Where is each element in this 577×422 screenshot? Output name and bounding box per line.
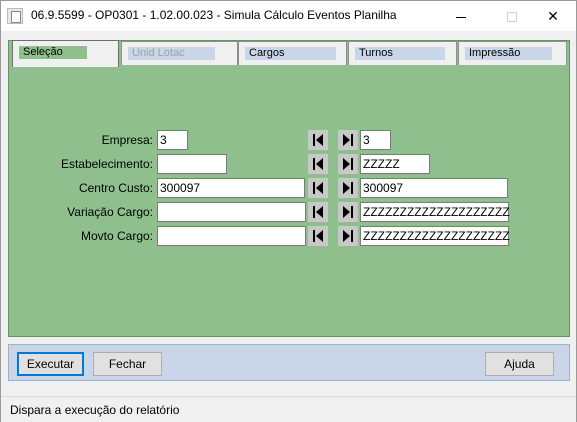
movto-cargo-last-button[interactable] xyxy=(338,226,358,246)
estabelecimento-from-input[interactable] xyxy=(157,154,227,174)
last-record-icon xyxy=(343,182,353,194)
empresa-label: Empresa: xyxy=(101,133,153,147)
help-button[interactable]: Ajuda xyxy=(485,352,554,376)
tab-label: Turnos xyxy=(355,47,445,60)
app-window: 06.9.5599 - OP0301 - 1.02.00.023 - Simul… xyxy=(0,0,577,422)
close-window-button[interactable]: ✕ xyxy=(530,1,576,31)
last-record-icon xyxy=(343,230,353,242)
tab-selecao[interactable]: Seleção xyxy=(12,40,119,67)
empresa-last-button[interactable] xyxy=(338,130,358,150)
close-icon: ✕ xyxy=(547,8,559,24)
centro-custo-to-input[interactable]: 300097 xyxy=(360,178,508,198)
tab-strip: Seleção Unid Lotac Cargos Turnos Impress… xyxy=(10,40,570,67)
movto-cargo-to-input[interactable]: ZZZZZZZZZZZZZZZZZZZZ xyxy=(360,226,510,246)
centro-custo-label: Centro Custo: xyxy=(78,181,153,195)
variacao-cargo-from-input[interactable] xyxy=(157,202,306,222)
tab-label: Cargos xyxy=(245,47,337,60)
close-button[interactable]: Fechar xyxy=(93,352,162,376)
empresa-from-input[interactable]: 3 xyxy=(157,130,188,150)
last-record-icon xyxy=(343,158,353,170)
estabelecimento-label: Estabelecimento: xyxy=(60,157,153,171)
minimize-icon xyxy=(456,16,466,18)
centro-custo-from-input[interactable]: 300097 xyxy=(157,178,305,198)
minimize-button[interactable] xyxy=(438,1,484,31)
window-title: 06.9.5599 - OP0301 - 1.02.00.023 - Simul… xyxy=(31,8,397,22)
execute-button[interactable]: Executar xyxy=(17,352,84,376)
first-record-icon xyxy=(313,158,323,170)
variacao-cargo-last-button[interactable] xyxy=(338,202,358,222)
title-bar[interactable]: 06.9.5599 - OP0301 - 1.02.00.023 - Simul… xyxy=(1,1,576,31)
estabelecimento-to-input[interactable]: ZZZZZ xyxy=(360,154,430,174)
last-record-icon xyxy=(343,134,353,146)
tab-label: Unid Lotac xyxy=(128,47,215,60)
status-bar: Dispara a execução do relatório xyxy=(1,396,576,422)
estabelecimento-last-button[interactable] xyxy=(338,154,358,174)
app-icon xyxy=(7,8,23,24)
tab-label: Impressão xyxy=(465,47,553,60)
maximize-button[interactable] xyxy=(489,1,535,31)
last-record-icon xyxy=(343,206,353,218)
movto-cargo-label: Movto Cargo: xyxy=(80,229,153,243)
variacao-cargo-first-button[interactable] xyxy=(308,202,328,222)
movto-cargo-first-button[interactable] xyxy=(308,226,328,246)
first-record-icon xyxy=(313,182,323,194)
first-record-icon xyxy=(313,230,323,242)
first-record-icon xyxy=(313,134,323,146)
tab-cargos[interactable]: Cargos xyxy=(238,41,347,65)
maximize-icon xyxy=(507,12,517,23)
variacao-cargo-to-input[interactable]: ZZZZZZZZZZZZZZZZZZZZ xyxy=(360,202,510,222)
tab-impressao[interactable]: Impressão xyxy=(458,41,567,65)
estabelecimento-first-button[interactable] xyxy=(308,154,328,174)
first-record-icon xyxy=(313,206,323,218)
empresa-first-button[interactable] xyxy=(308,130,328,150)
variacao-cargo-label: Variação Cargo: xyxy=(67,205,153,219)
centro-custo-first-button[interactable] xyxy=(308,178,328,198)
empresa-to-input[interactable]: 3 xyxy=(360,130,391,150)
tab-label: Seleção xyxy=(19,46,87,59)
centro-custo-last-button[interactable] xyxy=(338,178,358,198)
tab-turnos[interactable]: Turnos xyxy=(348,41,457,65)
status-text: Dispara a execução do relatório xyxy=(10,403,180,417)
movto-cargo-from-input[interactable] xyxy=(157,226,306,246)
tab-unid-lotac: Unid Lotac xyxy=(121,41,238,65)
